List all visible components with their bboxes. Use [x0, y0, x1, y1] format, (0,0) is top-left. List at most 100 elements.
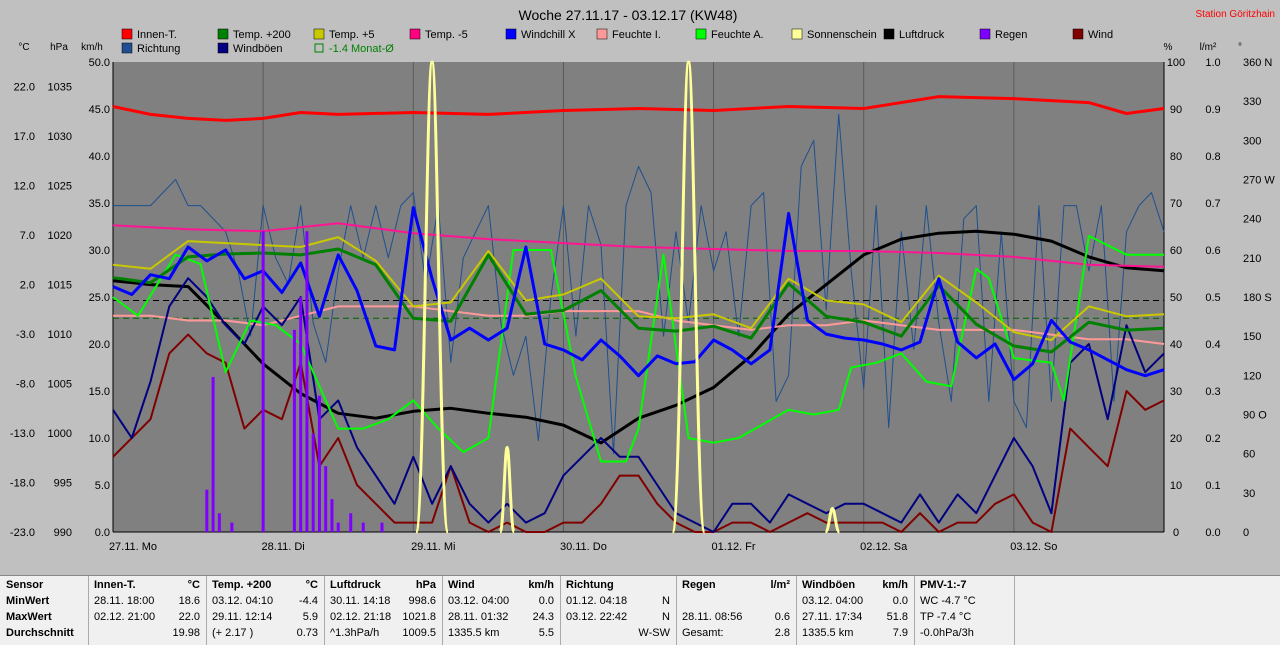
stats-header: Temp. +200: [212, 579, 272, 591]
rain-bar: [305, 231, 309, 532]
tick-label-pressure: 1025: [48, 181, 72, 193]
stats-cell-time: 03.12. 04:00: [802, 595, 864, 607]
tick-label-pressure: 1015: [48, 280, 72, 292]
rain-bar: [230, 522, 234, 532]
stats-header: Richtung: [566, 579, 614, 591]
stats-cell-time: ^1.3hPa/h: [330, 627, 380, 639]
tick-label-wind: 50.0: [89, 57, 110, 69]
tick-label-direction: 300: [1243, 135, 1261, 147]
weather-chart: Woche 27.11.17 - 03.12.17 (KW48) Station…: [0, 0, 1280, 575]
stats-cell-time: 03.12. 04:10: [212, 595, 274, 607]
legend-swatch: [121, 42, 133, 54]
tick-label-rain: 0.0: [1205, 527, 1220, 539]
x-tick-label: 28.11. Di: [262, 541, 305, 553]
unit-wind: km/h: [81, 42, 103, 53]
x-tick-label: 27.11. Mo: [109, 541, 157, 553]
chart-title: Woche 27.11.17 - 03.12.17 (KW48): [519, 7, 738, 23]
stats-header: Innen-T.: [94, 579, 136, 591]
stats-row-label: MaxWert: [6, 611, 52, 623]
rain-bar: [336, 522, 340, 532]
legend-label: -1.4 Monat-Ø: [329, 43, 394, 55]
stats-cell-value: 998.6: [408, 595, 436, 607]
tick-label-percent: 40: [1170, 339, 1182, 351]
stats-unit: °C: [187, 579, 200, 591]
stats-cell-time: TP -7.4 °C: [920, 611, 972, 623]
rain-bar: [211, 376, 215, 532]
stats-cell-time: 01.12. 04:18: [566, 595, 628, 607]
stats-header: Regen: [682, 579, 716, 591]
tick-label-direction: 120: [1243, 370, 1261, 382]
station-name: Station Göritzhain: [1196, 9, 1276, 20]
rain-bar: [317, 395, 321, 532]
tick-label-direction: 210: [1243, 253, 1261, 265]
tick-label-percent: 60: [1170, 245, 1182, 257]
tick-label-direction: 60: [1243, 449, 1255, 461]
stats-row-label: MinWert: [6, 595, 50, 607]
stats-cell-time: 28.11. 08:56: [682, 611, 743, 623]
stats-cell-time: 03.12. 22:42: [566, 611, 628, 623]
stats-column: Wind km/h 03.12. 04:00 0.0 28.11. 01:32 24.3 1…: [442, 576, 561, 645]
stats-cell-value: 0.73: [296, 627, 318, 639]
tick-label-wind: 35.0: [89, 198, 110, 210]
rain-bar: [349, 513, 353, 532]
tick-label-direction: 90 O: [1243, 410, 1267, 422]
stats-cell-value: 1009.5: [402, 627, 436, 639]
stats-cell-value: 51.8: [886, 611, 908, 623]
legend-label: Regen: [995, 29, 1027, 41]
tick-label-percent: 50: [1170, 292, 1182, 304]
legend-swatch: [217, 28, 229, 40]
tick-label-direction: 240: [1243, 214, 1261, 226]
rain-bar: [205, 489, 209, 532]
unit-percent: %: [1164, 42, 1173, 53]
stats-column: Richtung 01.12. 04:18 N 03.12. 22:42 N W-SW: [560, 576, 677, 645]
legend-swatch: [409, 28, 421, 40]
tick-label-temp: -13.0: [10, 428, 35, 440]
legend-label: Innen-T.: [137, 29, 177, 41]
tick-label-wind: 45.0: [89, 104, 110, 116]
stats-cell-value: 0.6: [774, 611, 790, 623]
stats-unit: km/h: [882, 579, 908, 591]
tick-label-wind: 25.0: [89, 292, 110, 304]
stats-column: PMV-1:-7 WC -4.7 °C TP -7.4 °C -0.0hPa/3h: [914, 576, 1015, 645]
legend-label: Feuchte A.: [711, 29, 764, 41]
tick-label-percent: 90: [1170, 104, 1182, 116]
stats-cell-time: 02.12. 21:18: [330, 611, 392, 623]
tick-label-direction: 270 W: [1243, 175, 1275, 187]
stats-cell-time: 1335.5 km: [448, 627, 500, 639]
stats-cell-time: 28.11. 18:00: [94, 595, 155, 607]
tick-label-rain: 0.2: [1205, 433, 1220, 445]
tick-label-wind: 10.0: [89, 433, 110, 445]
unit-rain: l/m²: [1200, 42, 1217, 53]
stats-cell-value: W-SW: [638, 627, 670, 639]
legend-label: Richtung: [137, 43, 180, 55]
rain-bar: [324, 466, 328, 532]
legend-swatch: [596, 28, 608, 40]
rain-bar: [299, 297, 303, 532]
stats-cell-time: 30.11. 14:18: [330, 595, 391, 607]
legend-label: Windböen: [233, 43, 283, 55]
stats-cell-time: (+ 2.17 ): [212, 627, 254, 639]
stats-cell-value: -4.4: [299, 595, 318, 607]
tick-label-pressure: 1020: [48, 230, 72, 242]
stats-cell-value: 7.9: [892, 627, 908, 639]
tick-label-temp: -8.0: [16, 379, 35, 391]
legend-label: Temp. +5: [329, 29, 375, 41]
legend-swatch: [313, 28, 325, 40]
stats-cell-value: N: [662, 595, 670, 607]
legend-label: Wind: [1088, 29, 1113, 41]
stats-column: Temp. +200 °C 03.12. 04:10 -4.4 29.11. 12:14…: [206, 576, 325, 645]
stats-header: Wind: [448, 579, 475, 591]
stats-cell-value: 5.5: [538, 627, 554, 639]
unit-temp: °C: [18, 42, 29, 53]
legend-swatch: [791, 28, 803, 40]
legend-swatch: [121, 28, 133, 40]
tick-label-pressure: 1005: [48, 379, 72, 391]
tick-label-temp: -23.0: [10, 527, 35, 539]
stats-cell-time: WC -4.7 °C: [920, 595, 976, 607]
tick-label-pressure: 990: [54, 527, 72, 539]
unit-pressure: hPa: [50, 42, 68, 53]
rain-bar: [361, 522, 365, 532]
rain-bar: [330, 499, 334, 532]
legend-label: Luftdruck: [899, 29, 945, 41]
legend-label: Sonnenschein: [807, 29, 877, 41]
